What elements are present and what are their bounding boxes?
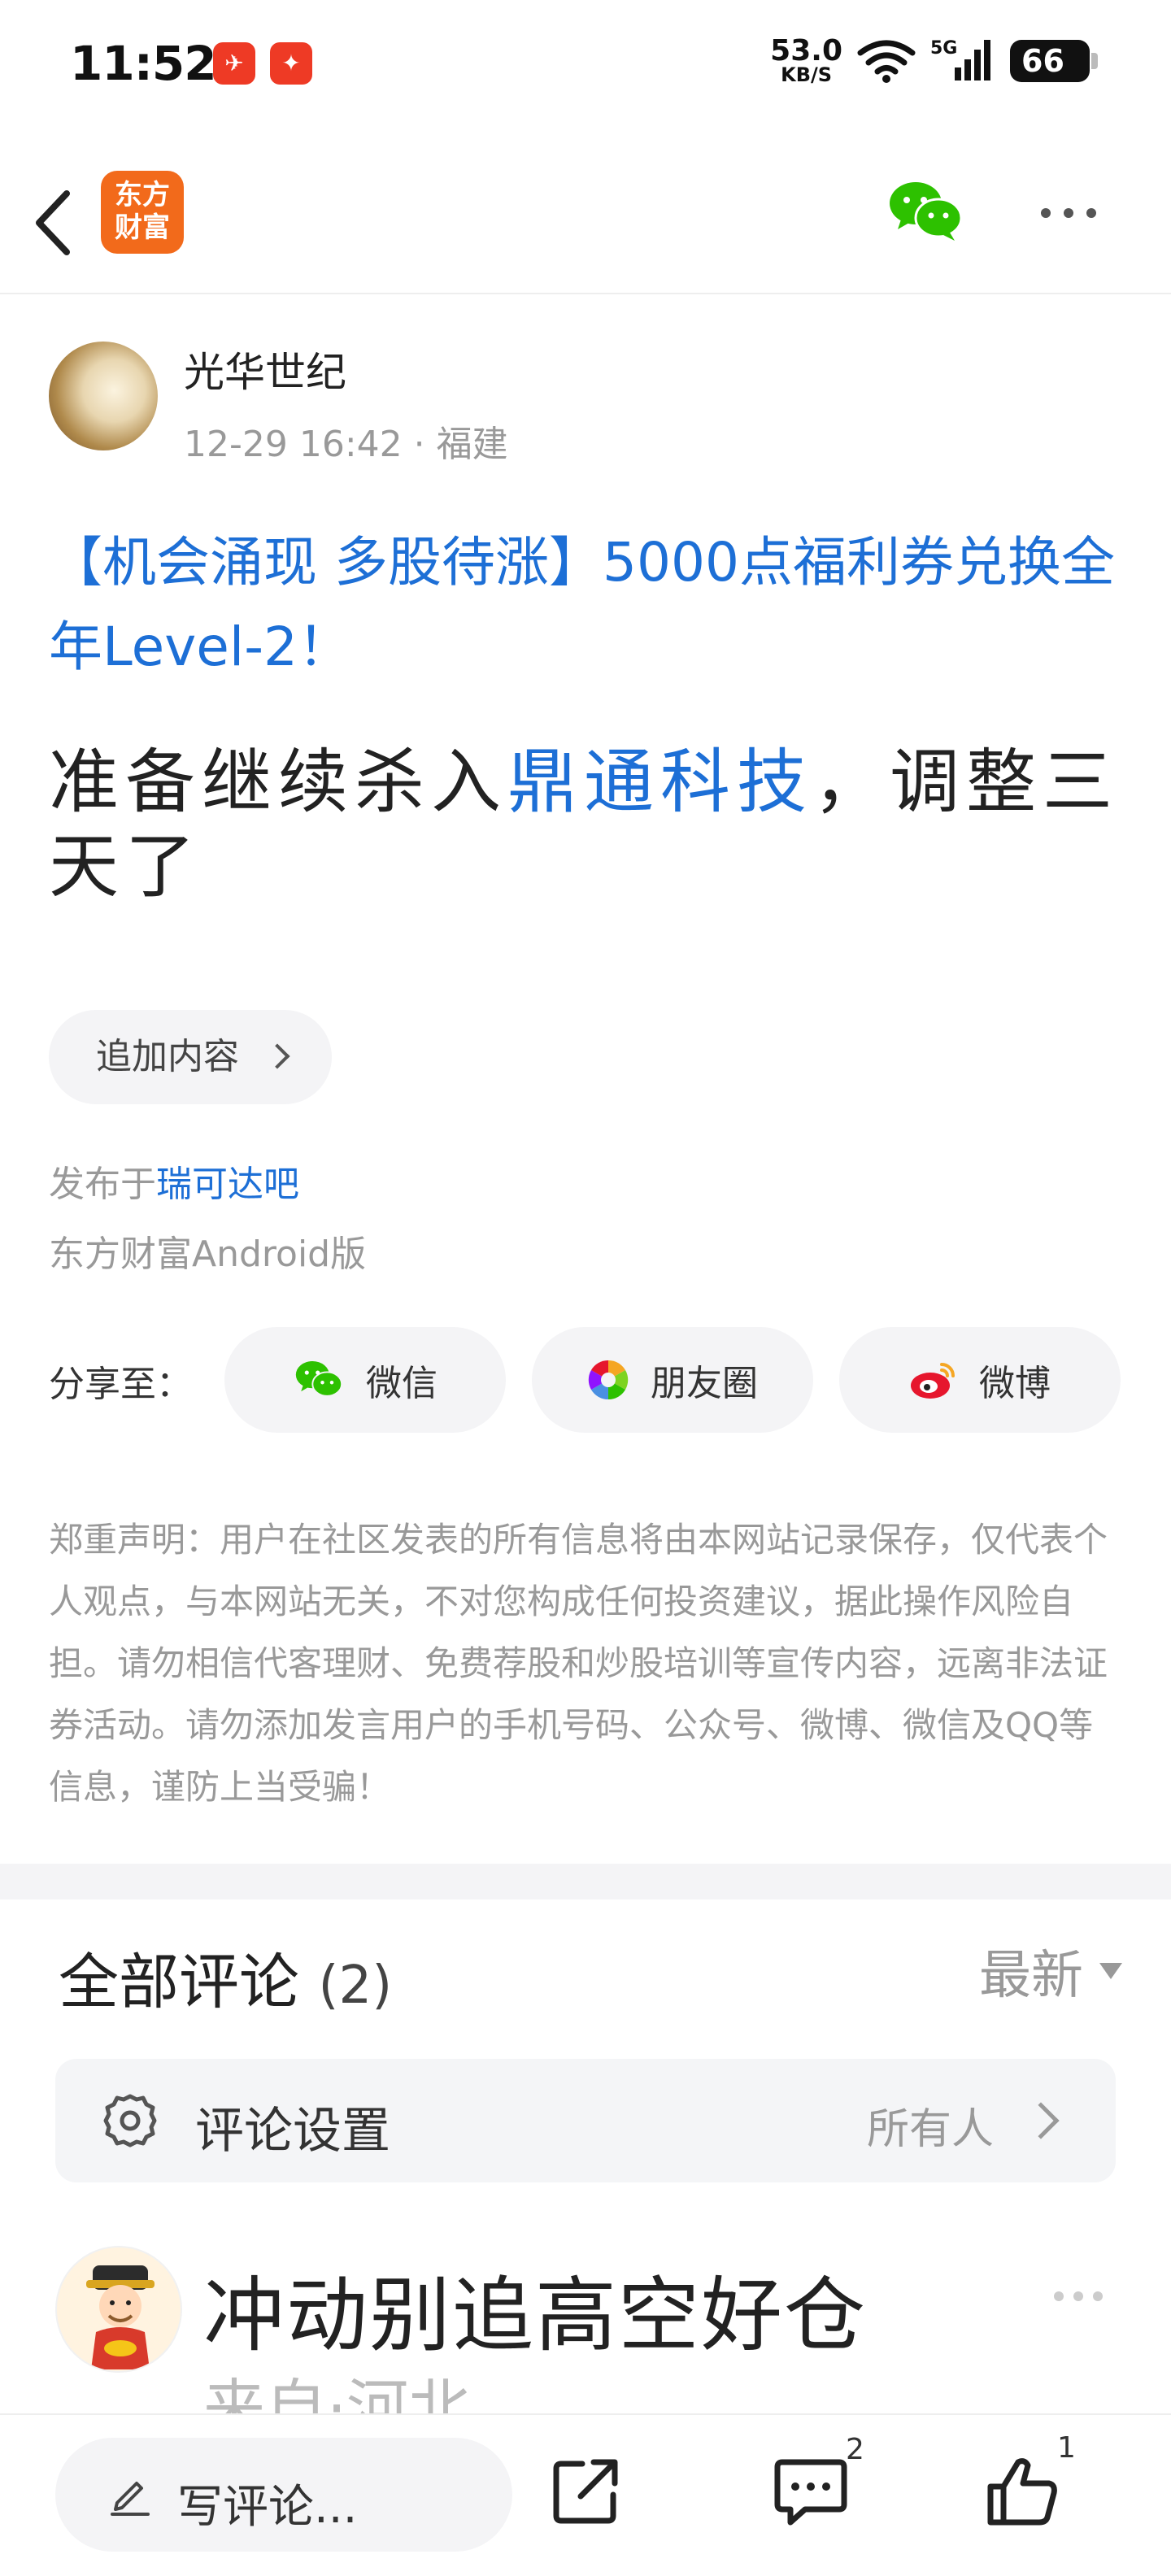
comment-count-badge: 2	[846, 2433, 864, 2466]
weibo-icon	[911, 1363, 955, 1399]
wifi-icon	[857, 40, 916, 83]
triangle-down-icon	[1099, 1963, 1122, 1979]
share-moments-button[interactable]: 朋友圈	[532, 1327, 813, 1433]
post-time: 12-29 16:42	[184, 424, 403, 465]
wechat-share-icon[interactable]	[885, 179, 966, 244]
add-content-button[interactable]: 追加内容	[49, 1010, 332, 1104]
like-count-badge: 1	[1057, 2431, 1076, 2465]
chevron-right-icon	[264, 1043, 290, 1069]
more-options-icon[interactable]	[1041, 203, 1106, 223]
comments-title: 全部评论 (2)	[59, 1947, 393, 2017]
promo-title-link[interactable]: 【机会涌现 多股待涨】5000点福利券兑换全年Level-2！	[49, 520, 1138, 690]
post-meta: 12-29 16:42 · 福建	[184, 415, 508, 467]
commenter-name[interactable]: 冲动别追高空好仓	[203, 2249, 867, 2367]
status-time: 11:52	[70, 36, 217, 91]
comment-more-icon[interactable]	[1054, 2291, 1103, 2301]
author-name[interactable]: 光华世纪	[184, 340, 346, 398]
comment-icon[interactable]	[773, 2454, 849, 2527]
gear-icon	[103, 2094, 157, 2147]
fortune-god-avatar-icon	[86, 2265, 155, 2369]
stock-link[interactable]: 鼎通科技	[507, 742, 813, 823]
commenter-avatar[interactable]	[55, 2246, 182, 2373]
disclaimer-text: 郑重声明：用户在社区发表的所有信息将由本网站记录保存，仅代表个人观点，与本网站无…	[49, 1520, 1108, 1807]
wechat-icon	[295, 1360, 343, 1397]
post-location: · 福建	[413, 424, 508, 465]
add-content-label: 追加内容	[96, 1036, 239, 1077]
post-client: 东方财富Android版	[49, 1234, 367, 1275]
back-arrow-icon[interactable]	[24, 176, 81, 265]
sort-dropdown[interactable]: 最新	[979, 1934, 1122, 2008]
status-bar: 11:52 ✈ ✦ 53.0 KB/S 5G 66	[0, 0, 1171, 130]
status-indicators: 53.0 KB/S 5G 66	[770, 34, 1098, 86]
comment-settings-row[interactable]: 评论设置 所有人	[55, 2059, 1116, 2182]
share-label: 分享至：	[49, 1364, 192, 1405]
author-avatar[interactable]	[49, 342, 158, 450]
share-icon[interactable]	[550, 2454, 623, 2527]
published-in: 发布于瑞可达吧	[49, 1164, 299, 1205]
nav-bar: 东方 财富	[0, 146, 1171, 294]
pencil-icon	[111, 2482, 150, 2516]
notification-app-icon: ✦	[270, 42, 312, 85]
share-weibo-button[interactable]: 微博	[839, 1327, 1121, 1433]
post-body: 准备继续杀入鼎通科技，调整三天了	[49, 740, 1138, 909]
moments-icon	[588, 1360, 629, 1400]
cellular-signal-icon: 5G	[930, 38, 995, 84]
thumbs-up-icon[interactable]	[984, 2454, 1060, 2527]
write-comment-input[interactable]: 写评论...	[55, 2438, 512, 2552]
comment-settings-label: 评论设置	[195, 2103, 390, 2160]
section-divider	[0, 1864, 1171, 1899]
network-speed: 53.0 KB/S	[770, 34, 842, 86]
battery-icon: 66	[1010, 40, 1098, 82]
app-logo[interactable]: 东方 财富	[101, 171, 184, 254]
comments-count: (2)	[318, 1956, 393, 2016]
post-body-text: 准备继续杀入	[49, 742, 507, 823]
chevron-right-icon	[1022, 2102, 1060, 2139]
bottom-action-bar: 写评论... 2 1	[0, 2413, 1171, 2576]
forum-link[interactable]: 瑞可达吧	[156, 1164, 299, 1205]
comment-settings-value: 所有人	[866, 2105, 994, 2154]
share-wechat-button[interactable]: 微信	[224, 1327, 506, 1433]
notification-app-icon: ✈	[213, 42, 255, 85]
